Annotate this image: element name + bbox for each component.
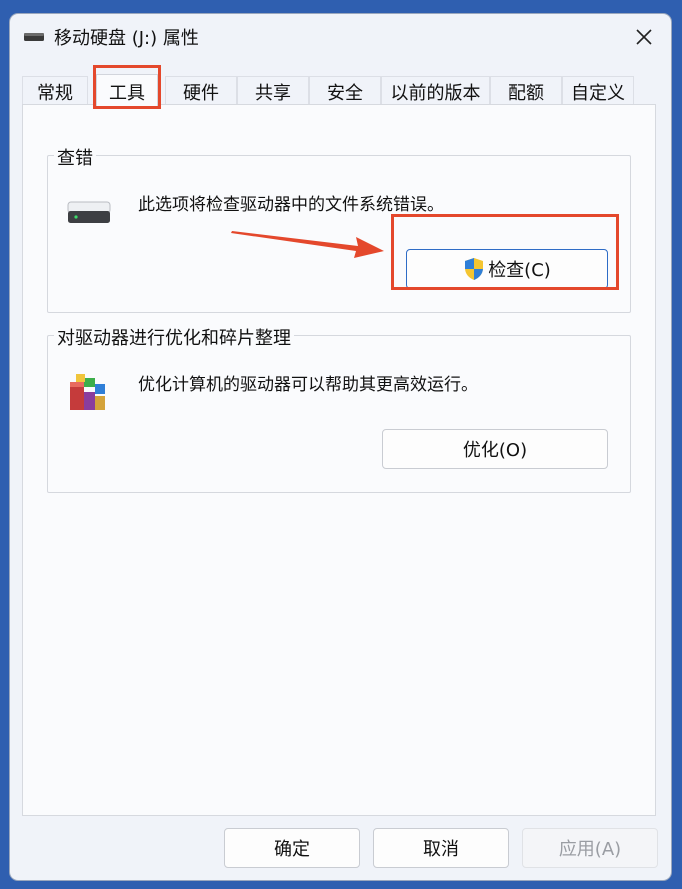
optimize-description: 优化计算机的驱动器可以帮助其更高效运行。 — [138, 375, 478, 395]
drive-icon — [24, 33, 44, 41]
tab-general[interactable]: 常规 — [22, 76, 88, 106]
optimize-button-label: 优化(O) — [462, 440, 528, 461]
title-bar[interactable]: 移动硬盘 (J:) 属性 — [10, 14, 671, 60]
tab-customize[interactable]: 自定义 — [562, 76, 634, 106]
tab-sharing[interactable]: 共享 — [237, 76, 309, 106]
tools-panel: 查错 此选项将检查驱动器中的文件系统错误。 检查(C) 对驱动器进行优化和碎片整… — [22, 104, 656, 816]
tools-tab-highlight — [93, 65, 161, 109]
close-icon — [636, 29, 652, 45]
dialog-footer: 确定 取消 应用(A) — [10, 816, 671, 880]
tab-hardware[interactable]: 硬件 — [165, 76, 237, 106]
hard-drive-icon — [67, 201, 111, 223]
error-check-description: 此选项将检查驱动器中的文件系统错误。 — [138, 195, 444, 215]
check-button-highlight — [391, 214, 619, 290]
tab-previous-versions[interactable]: 以前的版本 — [381, 76, 490, 106]
optimize-group: 对驱动器进行优化和碎片整理 优化计算机的驱动器可以帮助其更高效运行。 优化(O) — [47, 324, 631, 493]
error-check-title: 查错 — [54, 144, 96, 170]
apply-button[interactable]: 应用(A) — [522, 828, 658, 868]
optimize-button[interactable]: 优化(O) — [382, 429, 608, 469]
defrag-icon — [70, 374, 105, 410]
properties-dialog: 移动硬盘 (J:) 属性 常规 工具 硬件 共享 安全 以前的版本 配额 自定义… — [10, 14, 671, 880]
close-button[interactable] — [622, 20, 666, 54]
window-title: 移动硬盘 (J:) 属性 — [54, 28, 199, 49]
optimize-title: 对驱动器进行优化和碎片整理 — [54, 324, 294, 350]
annotation-arrow — [231, 231, 384, 258]
cancel-button[interactable]: 取消 — [373, 828, 509, 868]
ok-button[interactable]: 确定 — [224, 828, 360, 868]
tab-quota[interactable]: 配额 — [490, 76, 562, 106]
tab-security[interactable]: 安全 — [309, 76, 381, 106]
